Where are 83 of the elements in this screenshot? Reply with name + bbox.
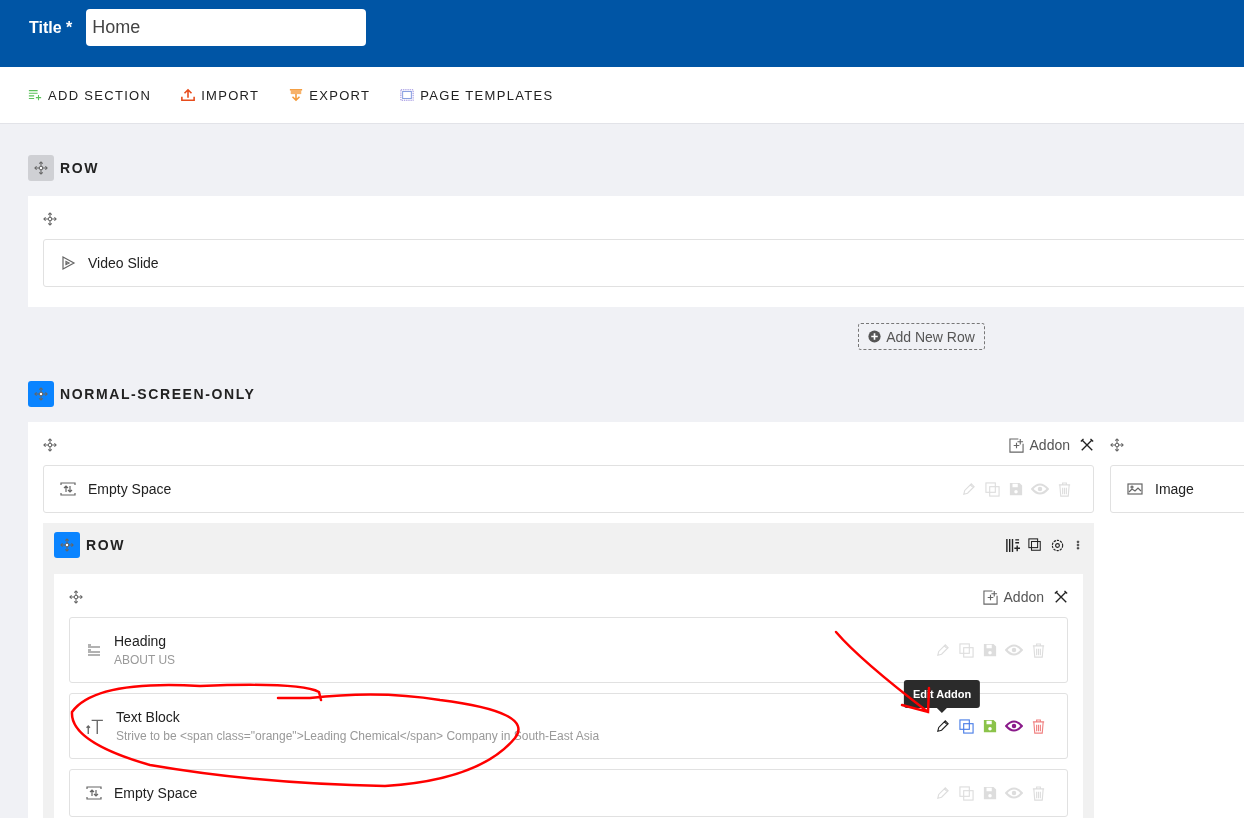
save-button[interactable] bbox=[981, 717, 999, 735]
addon-item[interactable]: Empty Space bbox=[43, 465, 1094, 513]
toolbar-button[interactable]: PAGE TEMPLATES bbox=[400, 87, 554, 103]
add-box-icon bbox=[1008, 437, 1024, 453]
pencil-icon bbox=[934, 718, 950, 734]
floppy-icon bbox=[983, 719, 997, 733]
title-input[interactable]: Home bbox=[86, 9, 367, 46]
drag-handle[interactable] bbox=[28, 381, 54, 407]
save-button[interactable] bbox=[981, 784, 999, 802]
move-handle[interactable] bbox=[43, 212, 57, 226]
drag-handle[interactable] bbox=[54, 532, 80, 558]
play-icon bbox=[60, 255, 76, 271]
upload-icon bbox=[181, 88, 196, 102]
settings-icon bbox=[1050, 537, 1065, 553]
addon-item[interactable]: Image bbox=[1110, 465, 1244, 513]
columns-button[interactable] bbox=[1005, 537, 1020, 553]
more-icon bbox=[1073, 540, 1083, 550]
duplicate-button[interactable] bbox=[1028, 538, 1042, 552]
tools-button[interactable] bbox=[1080, 438, 1094, 452]
save-button[interactable] bbox=[1007, 480, 1025, 498]
copy-icon bbox=[958, 718, 974, 734]
toolbar-button[interactable]: ADD SECTION bbox=[28, 87, 152, 103]
pencil-icon bbox=[934, 642, 950, 658]
move-handle[interactable] bbox=[1110, 438, 1124, 452]
copy-icon bbox=[958, 642, 974, 658]
trash-icon bbox=[1030, 642, 1046, 658]
heading-lines-icon bbox=[86, 642, 102, 658]
trash-icon bbox=[1030, 718, 1046, 734]
tools-icon bbox=[1054, 590, 1068, 604]
addon-name: Empty Space bbox=[114, 785, 199, 801]
move-handle[interactable] bbox=[69, 590, 83, 604]
row-title: ROW bbox=[86, 537, 125, 553]
move-icon bbox=[43, 438, 57, 452]
pencil-icon bbox=[934, 785, 950, 801]
drag-handle[interactable] bbox=[28, 155, 54, 181]
move-handle[interactable] bbox=[43, 438, 57, 452]
add-lines-icon bbox=[28, 88, 42, 102]
template-icon bbox=[400, 88, 415, 102]
move-icon bbox=[69, 590, 83, 604]
floppy-icon bbox=[983, 643, 997, 657]
move-icon bbox=[1110, 438, 1124, 452]
trash-icon bbox=[1056, 481, 1072, 497]
trash-icon bbox=[1030, 785, 1046, 801]
add-addon-button[interactable]: Addon bbox=[982, 589, 1044, 605]
move-icon bbox=[43, 212, 57, 226]
addon-name: Heading bbox=[114, 633, 168, 649]
pencil-icon bbox=[960, 481, 976, 497]
move-icon bbox=[34, 161, 48, 175]
toolbar-button[interactable]: IMPORT bbox=[181, 87, 260, 103]
row-title: ROW bbox=[60, 160, 99, 176]
image-icon bbox=[1127, 481, 1143, 497]
text-block-icon bbox=[86, 717, 104, 735]
addon-name: Empty Space bbox=[88, 481, 173, 497]
title-label: Title * bbox=[29, 18, 73, 37]
tools-icon bbox=[1080, 438, 1094, 452]
floppy-icon bbox=[983, 786, 997, 800]
save-button[interactable] bbox=[981, 641, 999, 659]
copy-icon bbox=[1028, 538, 1042, 552]
add-addon-button[interactable]: Addon bbox=[1008, 437, 1070, 453]
move-icon bbox=[60, 538, 74, 552]
row-title: NORMAL-SCREEN-ONLY bbox=[60, 386, 256, 402]
copy-icon bbox=[984, 481, 1000, 497]
addon-item[interactable]: Video Slide bbox=[43, 239, 1244, 287]
addon-name: Video Slide bbox=[88, 255, 160, 271]
add-box-icon bbox=[982, 589, 998, 605]
add-row-button[interactable]: Add New Row bbox=[858, 323, 985, 350]
vertical-arrows-icon bbox=[86, 785, 102, 801]
addon-subtitle: ABOUT US bbox=[114, 653, 177, 667]
move-icon bbox=[34, 387, 48, 401]
tools-button[interactable] bbox=[1054, 590, 1068, 604]
columns-icon bbox=[1005, 537, 1020, 553]
floppy-icon bbox=[1009, 482, 1023, 496]
addon-name: Image bbox=[1155, 481, 1195, 497]
settings-button[interactable] bbox=[1050, 537, 1065, 553]
download-icon bbox=[289, 88, 304, 102]
plus-circle-icon bbox=[868, 330, 882, 343]
toolbar-button[interactable]: EXPORT bbox=[289, 87, 371, 103]
more-button[interactable] bbox=[1073, 540, 1083, 550]
copy-icon bbox=[958, 785, 974, 801]
vertical-arrows-icon bbox=[60, 481, 76, 497]
addon-item[interactable]: Empty Space bbox=[69, 769, 1068, 817]
addon-item[interactable]: Heading ABOUT US bbox=[69, 617, 1068, 683]
addon-name: Text Block bbox=[116, 709, 181, 725]
